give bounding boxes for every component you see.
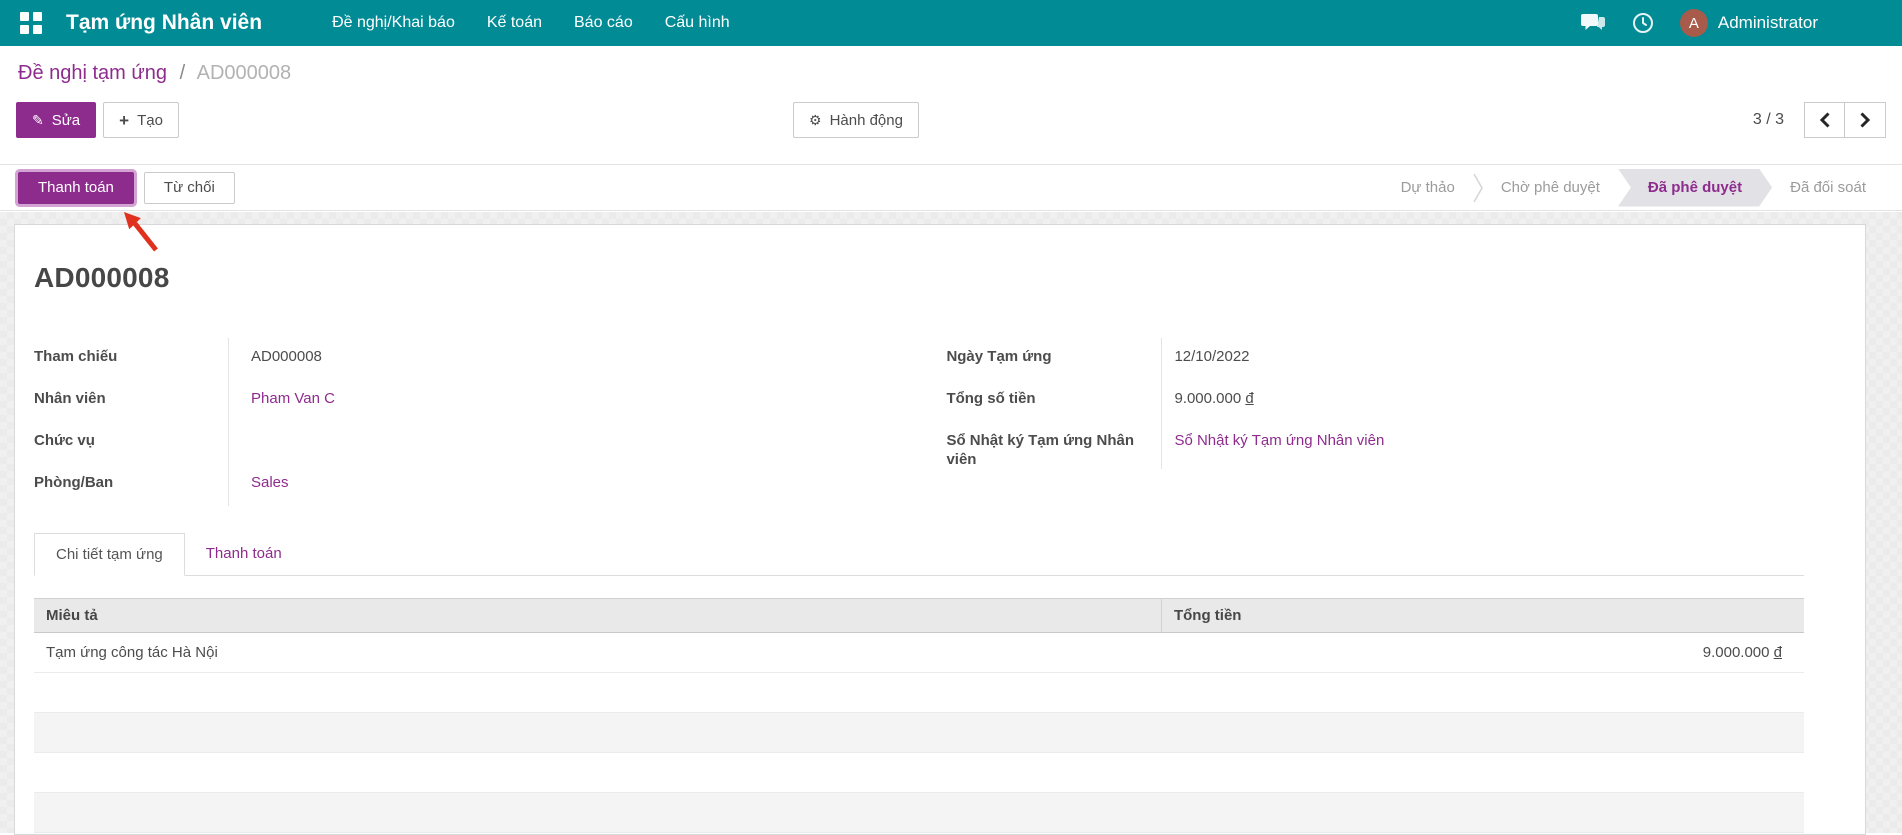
main-menu: Đề nghị/Khai báo Kế toán Báo cáo Cấu hìn… [316,0,746,46]
pencil-icon: ✎ [32,113,44,127]
empty-row [34,673,1804,713]
record-title: AD000008 [34,262,1804,294]
pager-previous-button[interactable] [1804,102,1845,138]
step-da-doi-soat[interactable]: Đã đối soát [1772,169,1884,207]
refuse-button[interactable]: Từ chối [144,172,235,204]
empty-row [34,793,1804,833]
field-nhan-vien: Nhân viên Pham Van C [34,380,848,422]
systray: A Administrator [1580,9,1818,37]
messages-icon[interactable] [1580,10,1606,36]
plus-icon: + [119,112,129,129]
edit-button[interactable]: ✎ Sửa [16,102,96,138]
currency-symbol: đ [1245,390,1253,407]
advance-lines-table: Miêu tả Tổng tiền Tạm ứng công tác Hà Nộ… [34,598,1804,833]
table-header-row: Miêu tả Tổng tiền [34,599,1804,633]
tab-thanh-toan[interactable]: Thanh toán [185,533,303,575]
empty-row [34,753,1804,793]
field-groups: Tham chiếu AD000008 Nhân viên Pham Van C… [34,338,1804,506]
avatar: A [1680,9,1708,37]
cell-amount[interactable]: 9.000.000 đ [1161,633,1804,673]
create-button[interactable]: + Tạo [103,102,179,138]
menu-item-cau-hinh[interactable]: Cấu hình [649,0,746,46]
column-header-tong-tien[interactable]: Tổng tiền [1161,599,1804,633]
top-navbar: Tạm ứng Nhân viên Đề nghị/Khai báo Kế to… [0,0,1902,46]
cell-description[interactable]: Tạm ứng công tác Hà Nội [34,633,1161,673]
step-chevron-icon [1473,173,1483,203]
column-header-mieu-ta[interactable]: Miêu tả [34,599,1161,633]
pay-button[interactable]: Thanh toán [18,172,134,204]
tong-so-tien-value: 9.000.000 đ [1161,380,1804,422]
empty-row [34,713,1804,753]
activities-clock-icon[interactable] [1630,10,1656,36]
breadcrumb-parent[interactable]: Đề nghị tạm ứng [18,62,167,84]
chevron-right-icon [1859,112,1871,128]
step-cho-phe-duyet[interactable]: Chờ phê duyệt [1483,169,1618,207]
chuc-vu-value [228,422,848,464]
statusbar-steps: Dự thảo Chờ phê duyệt Đã phê duyệt Đã đố… [1383,165,1884,210]
notebook-tabs: Chi tiết tạm ứng Thanh toán [34,533,1804,576]
user-menu[interactable]: A Administrator [1680,9,1818,37]
pager-counter: 3 / 3 [1753,111,1784,129]
menu-item-de-nghi[interactable]: Đề nghị/Khai báo [316,0,471,46]
app-title[interactable]: Tạm ứng Nhân viên [66,11,262,35]
tham-chieu-value: AD000008 [228,338,848,380]
chevron-left-icon [1819,112,1831,128]
field-phong-ban: Phòng/Ban Sales [34,464,848,506]
field-chuc-vu: Chức vụ [34,422,848,464]
field-tham-chieu: Tham chiếu AD000008 [34,338,848,380]
field-so-nhat-ky: Sổ Nhật ký Tạm ứng Nhân viên Sổ Nhật ký … [946,422,1804,469]
step-du-thao[interactable]: Dự thảo [1383,169,1473,207]
nhan-vien-link[interactable]: Pham Van C [251,390,335,407]
page-background: AD000008 Tham chiếu AD000008 Nhân viên P… [0,212,1902,833]
user-name: Administrator [1718,13,1818,33]
form-sheet: AD000008 Tham chiếu AD000008 Nhân viên P… [14,224,1866,835]
action-button[interactable]: ⚙ Hành động [793,102,919,138]
control-panel: Đề nghị tạm ứng / AD000008 ✎ Sửa + Tạo ⚙… [0,46,1902,164]
breadcrumb-current: AD000008 [197,62,292,84]
step-da-phe-duyet[interactable]: Đã phê duyệt [1618,169,1772,207]
phong-ban-link[interactable]: Sales [251,474,289,491]
statusbar: Thanh toán Từ chối Dự thảo Chờ phê duyệt… [0,164,1902,211]
so-nhat-ky-link[interactable]: Sổ Nhật ký Tạm ứng Nhân viên [1174,432,1384,449]
currency-symbol: đ [1774,644,1782,661]
pager [1804,102,1886,138]
field-tong-so-tien: Tổng số tiền 9.000.000 đ [946,380,1804,422]
breadcrumb: Đề nghị tạm ứng / AD000008 [18,60,1886,86]
breadcrumb-separator: / [180,62,186,84]
menu-item-bao-cao[interactable]: Báo cáo [558,0,649,46]
field-ngay-tam-ung: Ngày Tạm ứng 12/10/2022 [946,338,1804,380]
gear-icon: ⚙ [809,113,822,127]
pager-next-button[interactable] [1845,102,1886,138]
tab-chi-tiet-tam-ung[interactable]: Chi tiết tạm ứng [34,533,185,576]
ngay-tam-ung-value: 12/10/2022 [1161,338,1804,380]
menu-item-ke-toan[interactable]: Kế toán [471,0,558,46]
apps-grid-icon[interactable] [20,12,42,34]
table-row[interactable]: Tạm ứng công tác Hà Nội 9.000.000 đ [34,633,1804,673]
